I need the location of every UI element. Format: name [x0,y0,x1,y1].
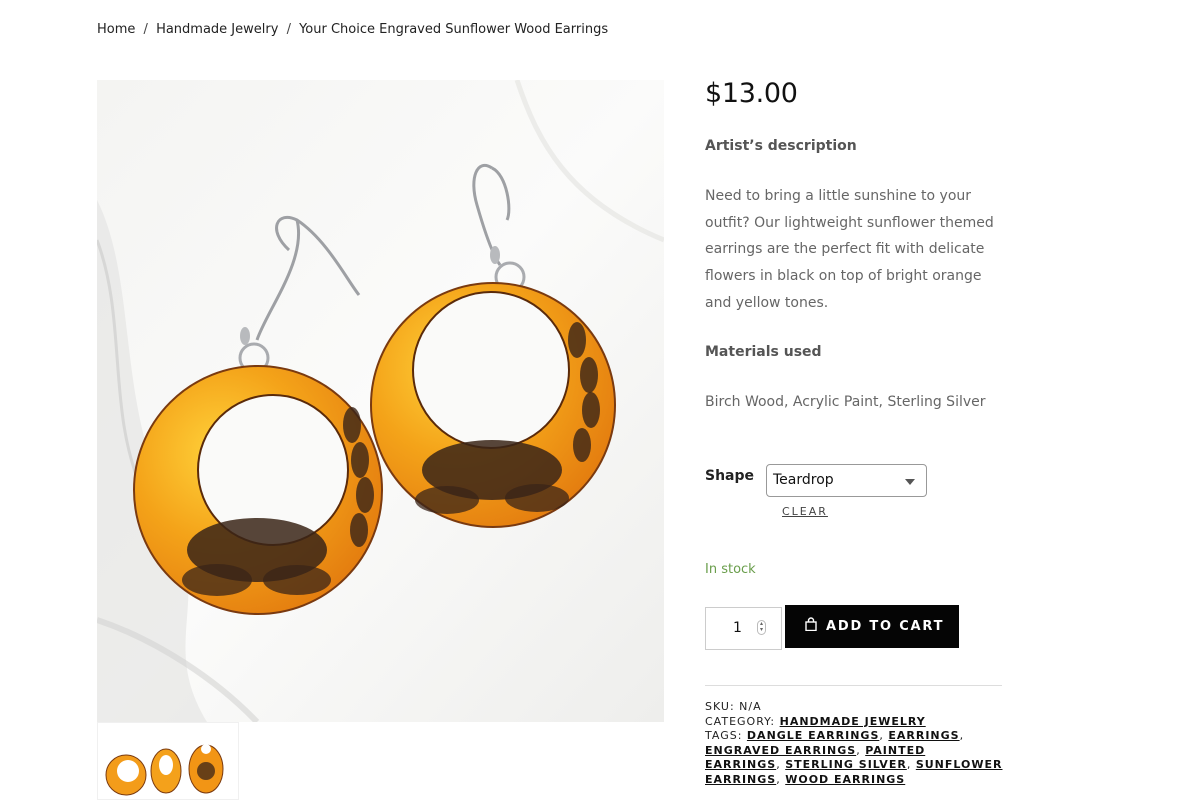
shape-label: Shape [705,468,755,484]
breadcrumb-home-link[interactable]: Home [97,22,135,37]
divider [705,685,1002,686]
tags-row: TAGS: DANGLE EARRINGS, EARRINGS, ENGRAVE… [705,729,1003,786]
artist-description-heading: Artist’s description [705,138,857,154]
breadcrumb-separator: / [143,22,148,37]
product-summary: $13.00 [705,78,1005,109]
breadcrumb-current: Your Choice Engraved Sunflower Wood Earr… [299,22,609,37]
product-price: $13.00 [705,78,798,109]
quantity-input[interactable]: 1 ▴ ▾ [705,607,782,650]
add-to-cart-button[interactable]: ADD TO CART [785,605,959,648]
materials-heading: Materials used [705,344,822,360]
clear-selection-link[interactable]: CLEAR [782,505,828,518]
quantity-value: 1 [733,620,742,636]
tag-link[interactable]: ENGRAVED EARRINGS [705,744,856,757]
tag-link[interactable]: EARRINGS [888,729,959,742]
chevron-down-icon [905,479,915,485]
category-link[interactable]: HANDMADE JEWELRY [780,715,926,728]
quantity-stepper[interactable]: ▴ ▾ [757,620,766,635]
product-meta: SKU: N/A CATEGORY: HANDMADE JEWELRY TAGS… [705,700,1005,787]
stock-status: In stock [705,562,756,577]
product-description: Need to bring a little sunshine to your … [705,188,994,311]
breadcrumb-category-link[interactable]: Handmade Jewelry [156,22,278,37]
tag-link[interactable]: STERLING SILVER [785,758,907,771]
shape-select[interactable]: Teardrop [766,464,927,497]
tag-link[interactable]: DANGLE EARRINGS [747,729,879,742]
materials-value: Birch Wood, Acrylic Paint, Sterling Silv… [705,394,986,410]
product-main-image[interactable] [97,80,664,722]
product-thumbnail[interactable] [97,722,239,800]
breadcrumb: Home / Handmade Jewelry / Your Choice En… [97,22,608,37]
category-label: CATEGORY: [705,714,776,728]
shopping-bag-icon [805,617,817,635]
tags-label: TAGS: [705,729,743,742]
tag-link[interactable]: WOOD EARRINGS [785,773,905,786]
sku-value: N/A [739,700,762,713]
sku-row: SKU: N/A [705,700,1005,715]
category-row: CATEGORY: HANDMADE JEWELRY [705,715,1005,730]
breadcrumb-separator: / [286,22,291,37]
sku-label: SKU: [705,700,735,713]
add-to-cart-label: ADD TO CART [826,619,945,634]
shape-select-value: Teardrop [773,472,834,488]
